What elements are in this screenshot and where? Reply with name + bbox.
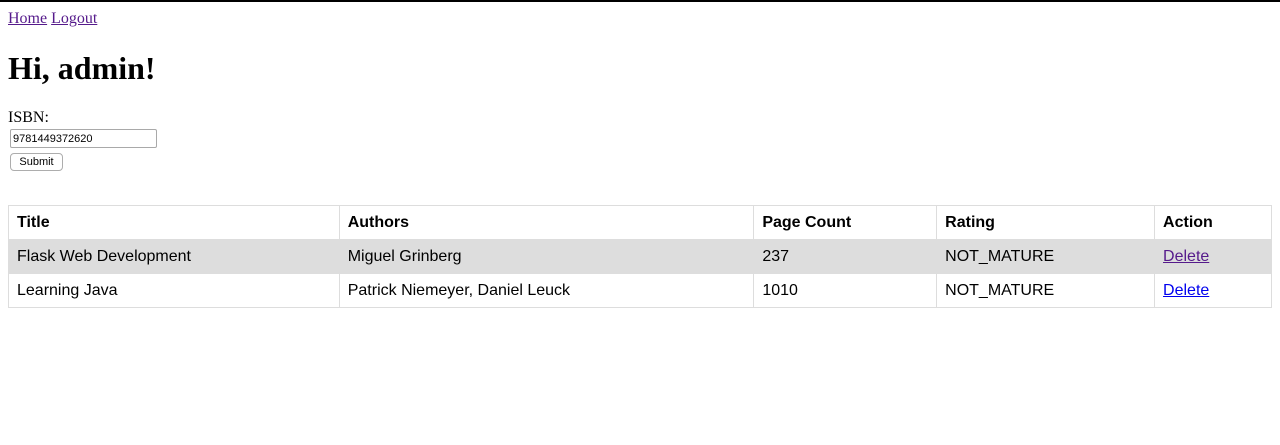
delete-link[interactable]: Delete (1163, 282, 1209, 299)
logout-link[interactable]: Logout (51, 10, 97, 27)
header-rating: Rating (936, 205, 1156, 240)
header-authors: Authors (338, 205, 755, 240)
top-nav: Home Logout (8, 9, 97, 28)
cell-rating: NOT_MATURE (936, 239, 1156, 274)
cell-page-count: 1010 (753, 273, 938, 308)
cell-page-count: 237 (753, 239, 938, 274)
delete-link[interactable]: Delete (1163, 248, 1209, 265)
cell-action: Delete (1154, 239, 1272, 274)
header-page-count: Page Count (753, 205, 938, 240)
table-header-row: Title Authors Page Count Rating Action (8, 205, 1272, 240)
table-row: Flask Web Development Miguel Grinberg 23… (8, 239, 1272, 274)
header-action: Action (1154, 205, 1272, 240)
cell-authors: Patrick Niemeyer, Daniel Leuck (338, 273, 755, 308)
home-link[interactable]: Home (8, 10, 47, 27)
page-title: Hi, admin! (8, 50, 156, 86)
cell-rating: NOT_MATURE (936, 273, 1156, 308)
cell-title: Learning Java (8, 273, 340, 308)
table-row: Learning Java Patrick Niemeyer, Daniel L… (8, 273, 1272, 308)
isbn-input[interactable] (10, 129, 157, 148)
cell-authors: Miguel Grinberg (338, 239, 755, 274)
submit-button[interactable]: Submit (10, 153, 63, 171)
isbn-label: ISBN: (8, 109, 49, 126)
cell-action: Delete (1154, 273, 1272, 308)
cell-title: Flask Web Development (8, 239, 340, 274)
books-table: Title Authors Page Count Rating Action F… (8, 205, 1272, 308)
header-title: Title (8, 205, 340, 240)
